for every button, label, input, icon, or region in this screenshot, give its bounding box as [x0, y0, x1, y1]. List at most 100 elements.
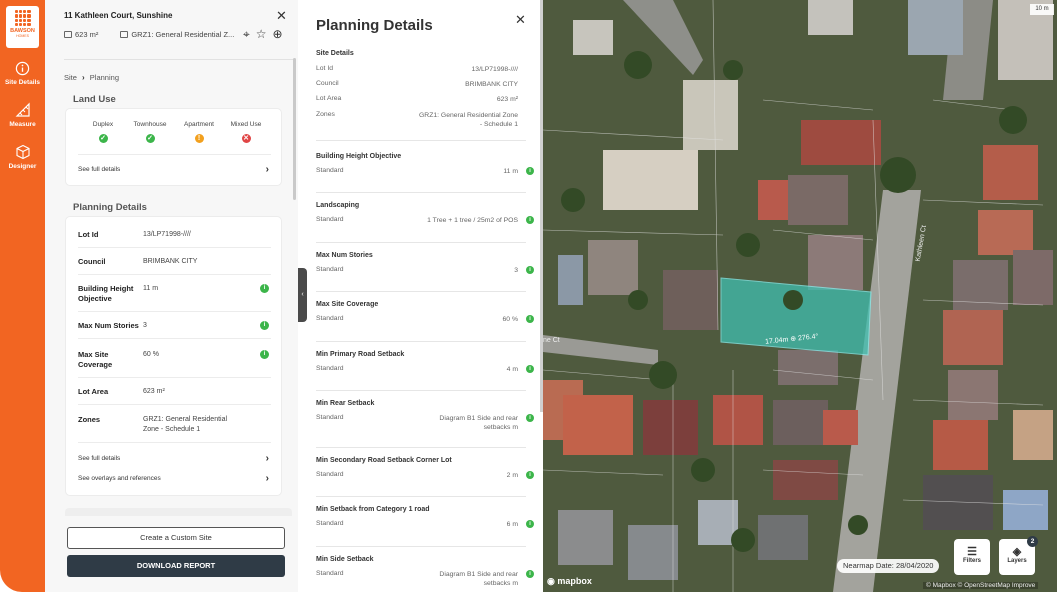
info-icon[interactable]: i	[526, 414, 534, 422]
close-icon[interactable]: ✕	[515, 12, 526, 28]
row-key: Building Height Objective	[78, 284, 134, 303]
row-value: 13/LP71998-////	[471, 66, 518, 73]
panel-section-title: Min Setback from Category 1 road	[316, 506, 430, 513]
planning-row-zones: Zones GRZ1: General Residential Zone - S…	[78, 415, 271, 443]
button-label: Layers	[1007, 558, 1027, 564]
row-key: Standard	[316, 216, 344, 223]
star-icon[interactable]: ☆	[256, 27, 267, 42]
panel-section-row: Standard 2 m i	[316, 471, 534, 479]
ruler-icon	[14, 101, 32, 119]
site-meta: 623 m² GRZ1: General Residential Z...	[64, 30, 234, 39]
filters-button[interactable]: ☰ Filters	[954, 539, 990, 575]
row-value: 3	[143, 322, 147, 329]
divider	[316, 341, 526, 342]
land-use-townhouse: Townhouse ✓	[125, 121, 175, 143]
download-report-button[interactable]: DOWNLOAD REPORT	[67, 555, 285, 577]
brand-logo[interactable]: BAWSON HOMES	[6, 6, 39, 48]
planning-details-title: Planning Details	[73, 202, 147, 213]
row-key: Zones	[78, 415, 101, 424]
panel-section-title: Landscaping	[316, 202, 360, 209]
row-value: BRIMBANK CITY	[465, 81, 518, 88]
collapse-panel-button[interactable]: ‹	[298, 268, 307, 322]
cross-icon: ✕	[241, 134, 251, 143]
land-use-see-full-details[interactable]: See full details ›	[78, 164, 271, 175]
info-icon[interactable]: i	[526, 365, 534, 373]
sidebar-scrollbar[interactable]	[293, 58, 296, 200]
panel-section-title: Building Height Objective	[316, 153, 402, 160]
map-imagery	[543, 0, 1057, 592]
row-key: Council	[78, 257, 106, 266]
info-icon[interactable]: i	[526, 315, 534, 323]
mapbox-logo: ◉ mapbox	[547, 576, 592, 587]
row-key: Max Num Stories	[78, 321, 139, 330]
panel-section-row: Standard 60 % i	[316, 315, 534, 323]
divider	[64, 59, 294, 60]
info-icon[interactable]: i	[526, 520, 534, 528]
info-icon[interactable]: i	[260, 321, 269, 330]
divider	[316, 496, 526, 497]
row-value: Diagram B1 Side and rear setbacks m	[439, 571, 518, 587]
row-key: Standard	[316, 266, 344, 273]
info-icon[interactable]: i	[526, 167, 534, 175]
info-icon[interactable]: i	[260, 284, 269, 293]
info-icon[interactable]: i	[526, 471, 534, 479]
planning-row-max-stories: Max Num Stories 3 i	[78, 321, 271, 339]
layers-count-badge: 2	[1027, 536, 1038, 547]
planning-details-card: Lot Id 13/LP71998-//// Council BRIMBANK …	[65, 216, 282, 496]
breadcrumb: Site › Planning	[64, 73, 119, 82]
row-key: Standard	[316, 167, 344, 174]
divider	[316, 192, 526, 193]
breadcrumb-planning: Planning	[89, 73, 119, 82]
land-use-label: Duplex	[92, 121, 114, 128]
site-sidebar: 11 Kathleen Court, Sunshine ✕ 623 m² GRZ…	[45, 0, 298, 592]
row-value: 11 m	[143, 285, 159, 292]
planning-row-max-coverage: Max Site Coverage 60 % i	[78, 350, 271, 378]
panel-section-title: Min Secondary Road Setback Corner Lot	[316, 457, 452, 464]
cube-icon	[14, 143, 32, 161]
land-use-apartment: Apartment !	[174, 121, 224, 143]
add-circle-icon[interactable]: ⊕	[273, 27, 283, 42]
planning-row-lot-id: Lot Id 13/LP71998-////	[78, 230, 271, 248]
site-address: 11 Kathleen Court, Sunshine	[64, 11, 173, 20]
rail-item-label: Site Details	[4, 79, 41, 86]
info-icon[interactable]: i	[526, 216, 534, 224]
layers-button[interactable]: ◈ Layers 2	[999, 536, 1038, 575]
rail-item-site-details[interactable]: Site Details	[0, 59, 45, 86]
info-icon[interactable]: i	[526, 570, 534, 578]
close-icon[interactable]: ✕	[276, 8, 287, 24]
rail-item-designer[interactable]: Designer	[0, 143, 45, 170]
planning-see-overlays[interactable]: See overlays and references ›	[78, 473, 271, 484]
mapbox-icon: ◉	[547, 576, 555, 586]
row-key: Standard	[316, 520, 344, 527]
create-custom-site-button[interactable]: Create a Custom Site	[67, 527, 285, 549]
nearmap-date: Nearmap Date: 28/04/2020	[837, 559, 940, 573]
divider	[316, 390, 526, 391]
row-key: Lot Area	[316, 95, 342, 102]
planning-row-building-height: Building Height Objective 11 m i	[78, 284, 271, 312]
row-value: 6 m	[506, 521, 518, 528]
panel-title: Planning Details	[316, 17, 433, 34]
rail-item-measure[interactable]: Measure	[0, 101, 45, 128]
panel-site-row: Council BRIMBANK CITY	[316, 80, 526, 88]
satellite-map[interactable]: 10 m 17.04m ⊕ 276.4° ne Ct Kathleen Ct ☰…	[543, 0, 1057, 592]
panel-site-row: Lot Id 13/LP71998-////	[316, 65, 526, 73]
locate-icon[interactable]: ⌖	[243, 27, 250, 42]
info-icon[interactable]: i	[260, 350, 269, 359]
map-attribution[interactable]: © Mapbox © OpenStreetMap Improve	[923, 582, 1039, 589]
zone-icon	[120, 31, 129, 38]
panel-section-title: Min Side Setback	[316, 556, 374, 563]
planning-see-full-details[interactable]: See full details ›	[78, 453, 271, 464]
next-card-peek	[65, 508, 292, 516]
divider	[78, 154, 271, 155]
row-value: 3	[514, 267, 518, 274]
row-value: 60 %	[143, 351, 159, 358]
info-icon[interactable]: i	[526, 266, 534, 274]
breadcrumb-site[interactable]: Site	[64, 73, 77, 82]
row-value: 623 m²	[496, 96, 518, 103]
link-label: See overlays and references	[78, 475, 161, 482]
panel-site-row: Lot Area 623 m²	[316, 95, 526, 103]
chevron-right-icon: ›	[265, 473, 269, 484]
logo-grid-icon	[14, 10, 31, 26]
info-circle-icon	[14, 59, 32, 77]
panel-section-row: Standard 4 m i	[316, 365, 534, 373]
